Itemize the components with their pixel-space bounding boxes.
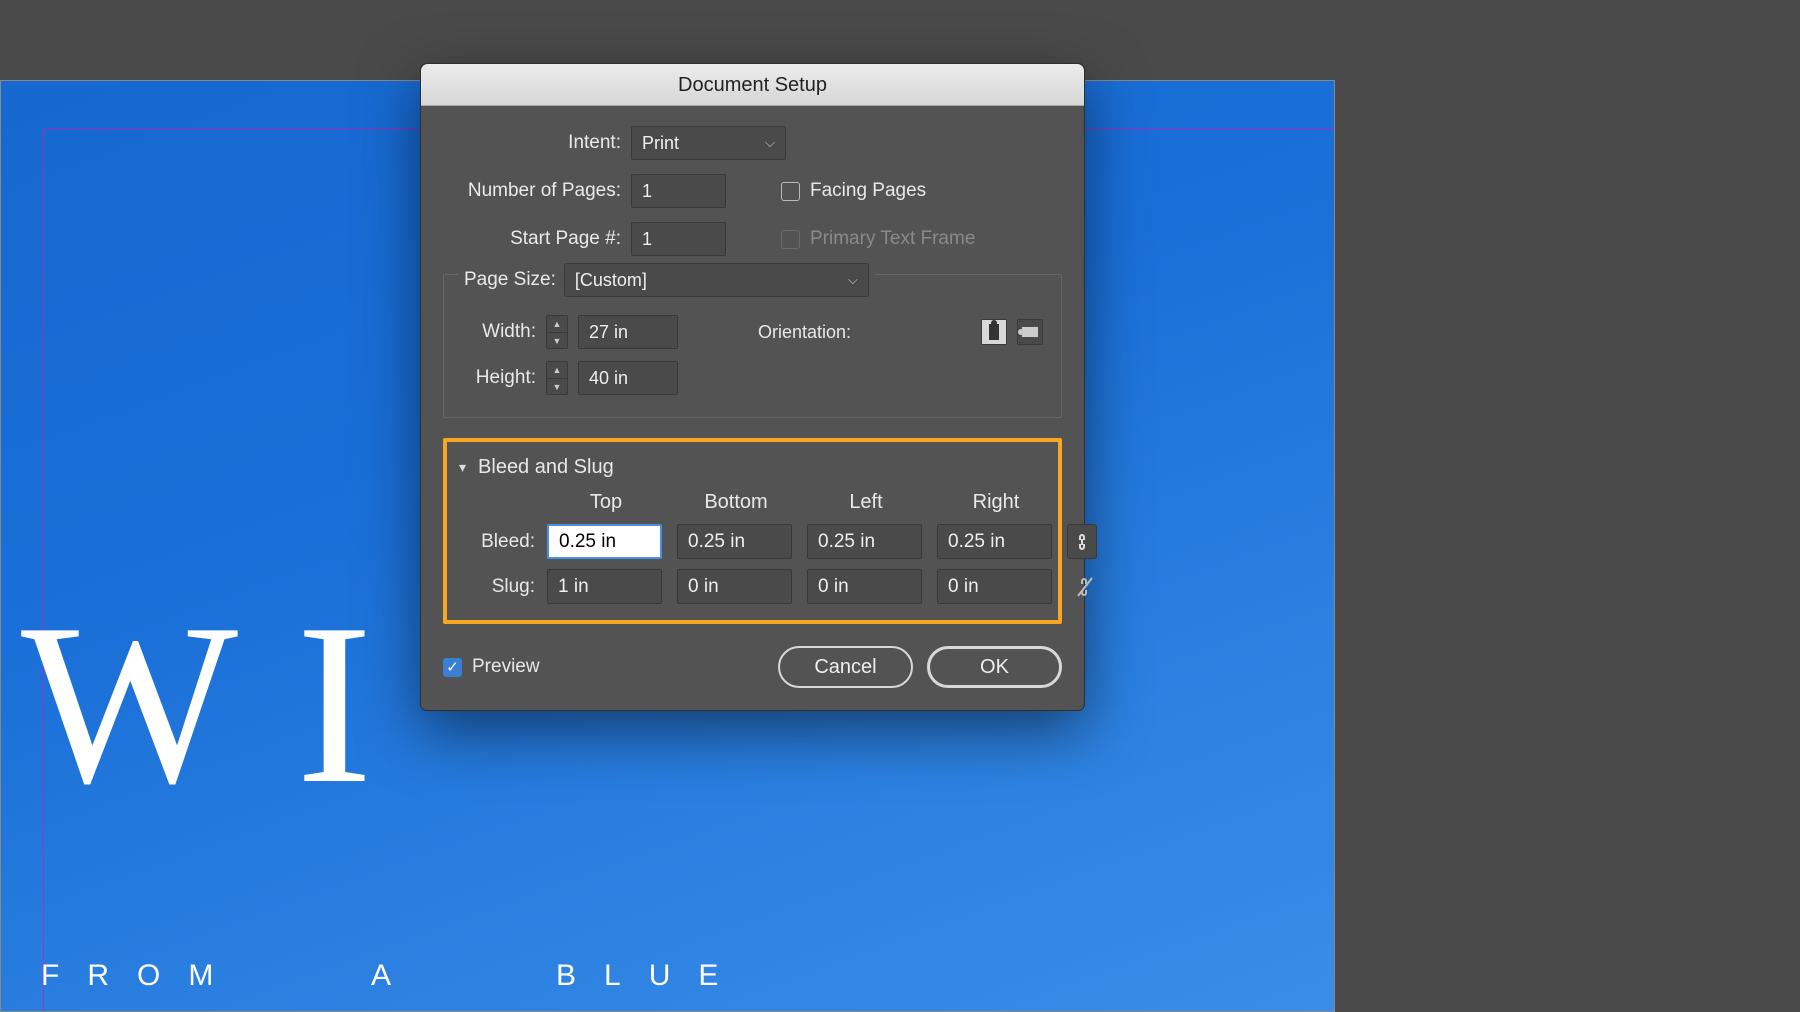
document-setup-dialog: Document Setup Intent: Print ⌵ Number of… xyxy=(420,63,1085,711)
landscape-icon xyxy=(1022,327,1038,337)
page-size-group: Page Size: [Custom] ⌵ Width: ▲▼ Orientat… xyxy=(443,274,1062,418)
preview-label: Preview xyxy=(472,656,540,678)
checkbox-icon xyxy=(781,182,800,201)
slug-row-label: Slug: xyxy=(465,576,535,598)
slug-right-input[interactable] xyxy=(937,569,1052,604)
col-top-label: Top xyxy=(547,491,665,514)
page-size-value: [Custom] xyxy=(575,270,647,291)
cancel-button[interactable]: Cancel xyxy=(778,646,913,688)
chevron-down-icon: ⌵ xyxy=(765,135,775,151)
col-bottom-label: Bottom xyxy=(677,491,795,514)
orientation-landscape-button[interactable] xyxy=(1017,319,1043,345)
unlink-icon xyxy=(1076,576,1094,598)
up-arrow-icon: ▲ xyxy=(547,316,567,333)
primary-text-frame-checkbox: Primary Text Frame xyxy=(781,228,975,250)
portrait-icon xyxy=(989,324,999,340)
start-page-label: Start Page #: xyxy=(443,228,631,250)
checkbox-icon xyxy=(781,230,800,249)
bg-word-blue: BLUE xyxy=(556,959,746,993)
height-label: Height: xyxy=(462,367,536,389)
bg-word-a: A xyxy=(371,959,419,993)
bleed-row-label: Bleed: xyxy=(465,531,535,553)
facing-pages-checkbox[interactable]: Facing Pages xyxy=(781,180,926,202)
width-input[interactable] xyxy=(578,315,678,349)
col-right-label: Right xyxy=(937,491,1055,514)
width-stepper[interactable]: ▲▼ xyxy=(546,315,568,349)
start-page-input[interactable] xyxy=(631,222,726,256)
orientation-label: Orientation: xyxy=(758,322,851,343)
intent-value: Print xyxy=(642,133,679,154)
bleed-slug-section: ▾ Bleed and Slug Top Bottom Left Right B… xyxy=(443,438,1062,624)
slug-left-input[interactable] xyxy=(807,569,922,604)
facing-pages-label: Facing Pages xyxy=(810,180,926,202)
height-input[interactable] xyxy=(578,361,678,395)
bleed-slug-toggle[interactable]: ▾ Bleed and Slug xyxy=(459,456,1046,479)
up-arrow-icon: ▲ xyxy=(547,362,567,379)
col-left-label: Left xyxy=(807,491,925,514)
height-stepper[interactable]: ▲▼ xyxy=(546,361,568,395)
bg-word-from: FROM xyxy=(41,959,241,993)
intent-select[interactable]: Print ⌵ xyxy=(631,126,786,160)
dialog-title: Document Setup xyxy=(421,64,1084,106)
bleed-top-input[interactable] xyxy=(547,524,662,559)
ok-button[interactable]: OK xyxy=(927,646,1062,688)
slug-bottom-input[interactable] xyxy=(677,569,792,604)
orientation-portrait-button[interactable] xyxy=(981,319,1007,345)
primary-text-frame-label: Primary Text Frame xyxy=(810,228,975,250)
chevron-down-icon: ⌵ xyxy=(848,272,858,288)
width-label: Width: xyxy=(462,321,536,343)
down-arrow-icon: ▼ xyxy=(547,379,567,395)
bg-letter-w: W xyxy=(21,571,248,836)
num-pages-input[interactable] xyxy=(631,174,726,208)
bg-letter-i: I xyxy=(296,571,373,836)
slug-top-input[interactable] xyxy=(547,569,662,604)
page-size-select[interactable]: [Custom] ⌵ xyxy=(564,263,869,297)
chevron-down-icon: ▾ xyxy=(459,459,466,476)
bleed-left-input[interactable] xyxy=(807,524,922,559)
intent-label: Intent: xyxy=(443,132,631,154)
preview-checkbox[interactable]: ✓ Preview xyxy=(443,656,540,678)
down-arrow-icon: ▼ xyxy=(547,333,567,349)
checkbox-checked-icon: ✓ xyxy=(443,658,462,677)
slug-link-button[interactable] xyxy=(1067,576,1103,598)
bleed-link-button[interactable] xyxy=(1067,524,1097,559)
num-pages-label: Number of Pages: xyxy=(443,180,631,202)
bleed-slug-label: Bleed and Slug xyxy=(478,456,614,479)
bleed-bottom-input[interactable] xyxy=(677,524,792,559)
link-icon xyxy=(1075,532,1089,552)
page-size-label: Page Size: xyxy=(464,269,556,291)
bleed-right-input[interactable] xyxy=(937,524,1052,559)
